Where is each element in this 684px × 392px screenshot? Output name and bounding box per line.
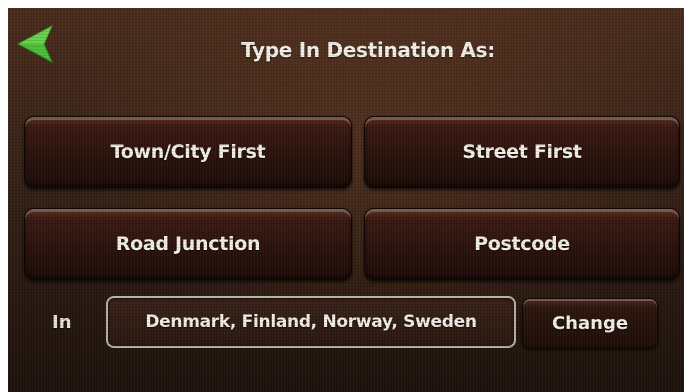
town-city-first-label: Town/City First bbox=[110, 141, 266, 163]
change-label: Change bbox=[551, 312, 629, 334]
road-junction-label: Road Junction bbox=[115, 233, 261, 255]
road-junction-button[interactable]: Road Junction bbox=[24, 208, 352, 280]
street-first-label: Street First bbox=[462, 141, 582, 163]
back-button[interactable] bbox=[16, 22, 56, 66]
street-first-button[interactable]: Street First bbox=[364, 116, 680, 188]
postcode-label: Postcode bbox=[474, 233, 570, 255]
country-field[interactable]: Denmark, Finland, Norway, Sweden bbox=[106, 296, 516, 348]
postcode-button[interactable]: Postcode bbox=[364, 208, 680, 280]
country-value: Denmark, Finland, Norway, Sweden bbox=[145, 312, 477, 332]
change-button[interactable]: Change bbox=[522, 298, 658, 348]
back-arrow-icon bbox=[16, 24, 54, 64]
page-title: Type In Destination As: bbox=[241, 38, 495, 62]
town-city-first-button[interactable]: Town/City First bbox=[24, 116, 352, 188]
region-label: In bbox=[52, 312, 72, 333]
navigation-screen: Type In Destination As: Town/City First … bbox=[8, 8, 684, 392]
